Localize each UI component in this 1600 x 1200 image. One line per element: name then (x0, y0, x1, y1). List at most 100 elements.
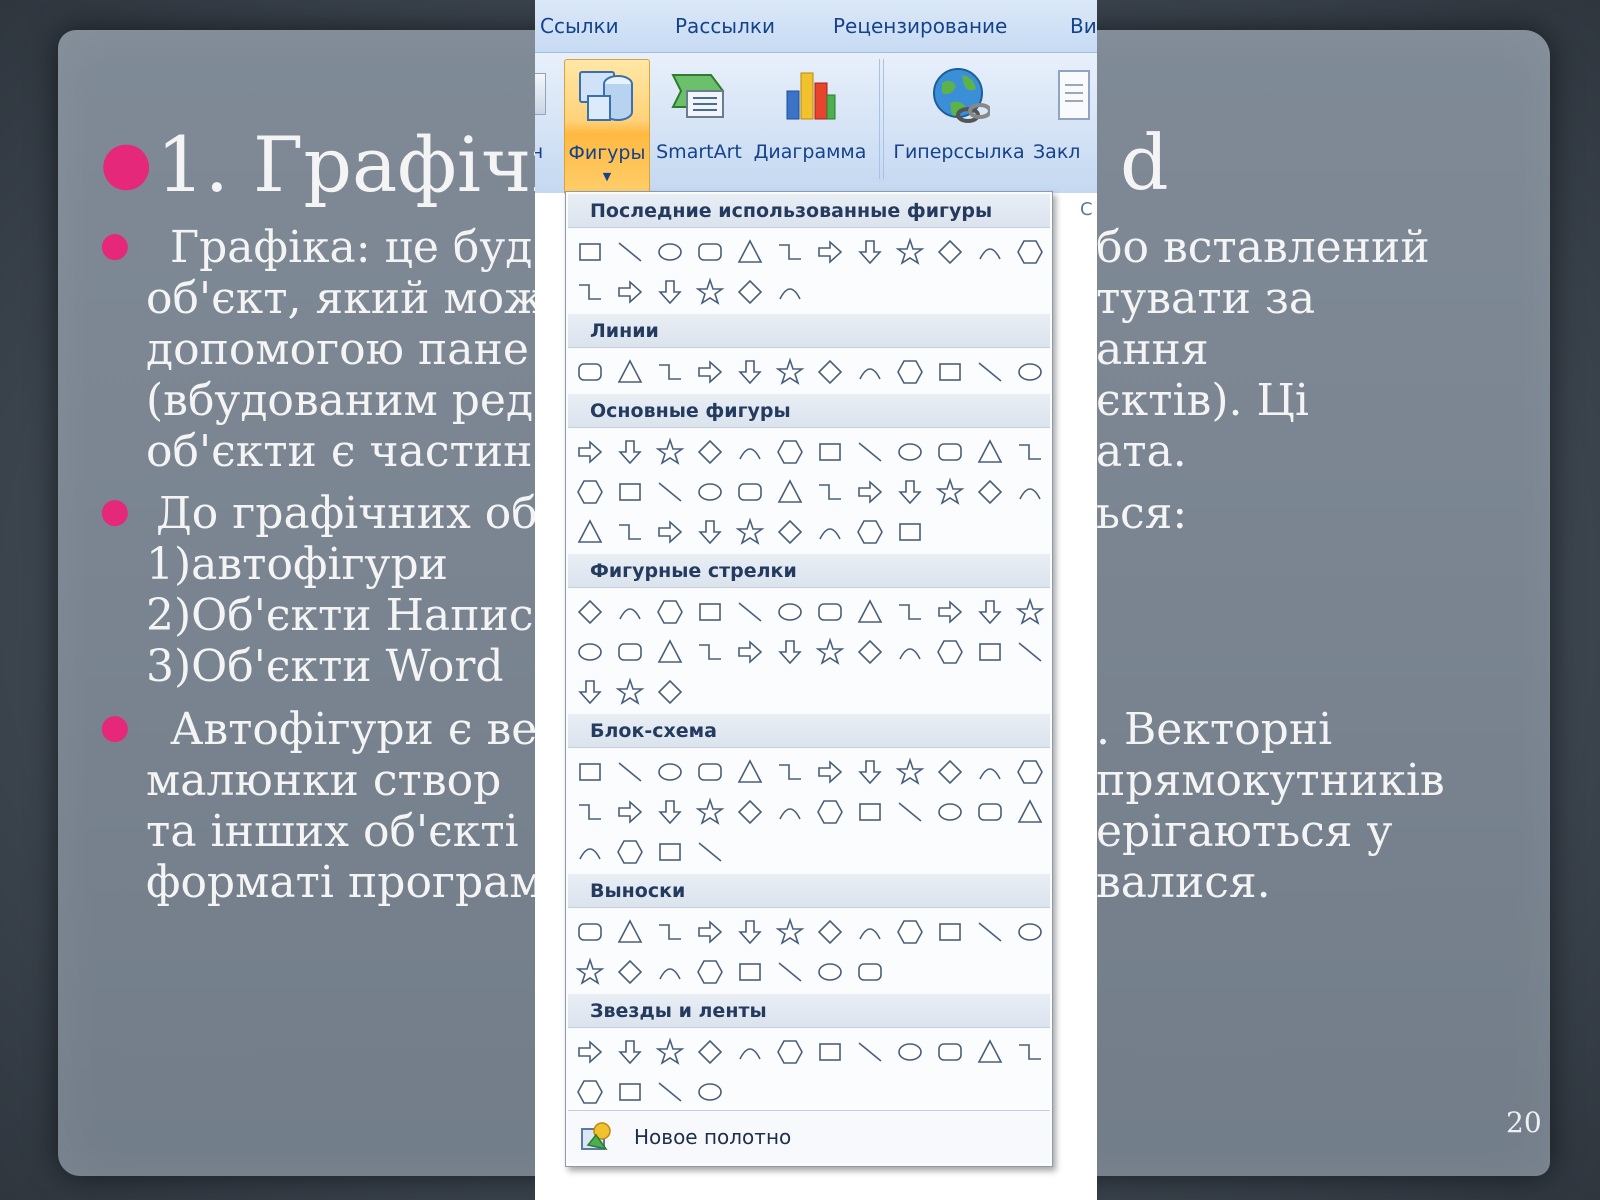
shape-option[interactable] (610, 672, 650, 712)
shape-option[interactable] (690, 632, 730, 672)
shape-option[interactable] (610, 432, 650, 472)
shape-option[interactable] (770, 352, 810, 392)
shape-option[interactable] (850, 592, 890, 632)
shape-option[interactable] (650, 672, 690, 712)
shape-option[interactable] (610, 232, 650, 272)
shape-option[interactable] (650, 792, 690, 832)
shape-option[interactable] (810, 792, 850, 832)
shape-option[interactable] (970, 232, 1010, 272)
shape-option[interactable] (690, 912, 730, 952)
shape-option[interactable] (850, 472, 890, 512)
shape-option[interactable] (970, 472, 1010, 512)
shape-option[interactable] (570, 352, 610, 392)
shape-option[interactable] (610, 472, 650, 512)
shape-option[interactable] (970, 1032, 1010, 1072)
shape-option[interactable] (650, 952, 690, 992)
shape-option[interactable] (890, 632, 930, 672)
shape-option[interactable] (690, 752, 730, 792)
shape-option[interactable] (930, 632, 970, 672)
tab-mailings[interactable]: Рассылки (675, 14, 775, 38)
shape-option[interactable] (730, 352, 770, 392)
shape-option[interactable] (570, 832, 610, 872)
shape-option[interactable] (570, 1032, 610, 1072)
shape-option[interactable] (810, 512, 850, 552)
shape-option[interactable] (970, 752, 1010, 792)
shape-option[interactable] (890, 472, 930, 512)
shape-option[interactable] (650, 1032, 690, 1072)
shape-option[interactable] (690, 1072, 730, 1112)
shape-option[interactable] (1010, 752, 1050, 792)
shape-option[interactable] (650, 472, 690, 512)
shape-option[interactable] (610, 752, 650, 792)
tab-view-partial[interactable]: Ви (1070, 14, 1097, 38)
shape-option[interactable] (650, 832, 690, 872)
shape-option[interactable] (690, 272, 730, 312)
shape-option[interactable] (610, 512, 650, 552)
shape-option[interactable] (730, 512, 770, 552)
shape-option[interactable] (930, 472, 970, 512)
shape-option[interactable] (810, 472, 850, 512)
shape-option[interactable] (930, 432, 970, 472)
shape-option[interactable] (610, 952, 650, 992)
shape-option[interactable] (650, 512, 690, 552)
shape-option[interactable] (970, 592, 1010, 632)
smartart-button[interactable]: SmartArt (651, 59, 747, 193)
shape-option[interactable] (890, 352, 930, 392)
shape-option[interactable] (650, 592, 690, 632)
shape-option[interactable] (650, 752, 690, 792)
shape-option[interactable] (1010, 232, 1050, 272)
shape-option[interactable] (930, 232, 970, 272)
shape-option[interactable] (1010, 472, 1050, 512)
shape-option[interactable] (650, 352, 690, 392)
shape-option[interactable] (810, 952, 850, 992)
shape-option[interactable] (890, 792, 930, 832)
shape-option[interactable] (730, 632, 770, 672)
partial-button-left[interactable]: н (535, 59, 547, 193)
shape-option[interactable] (1010, 352, 1050, 392)
shape-option[interactable] (850, 352, 890, 392)
shape-option[interactable] (730, 472, 770, 512)
shape-option[interactable] (650, 1072, 690, 1112)
shape-option[interactable] (770, 752, 810, 792)
shape-option[interactable] (890, 592, 930, 632)
shape-option[interactable] (610, 832, 650, 872)
shape-option[interactable] (810, 352, 850, 392)
shape-option[interactable] (650, 432, 690, 472)
shape-option[interactable] (850, 432, 890, 472)
shape-option[interactable] (570, 472, 610, 512)
shape-option[interactable] (610, 592, 650, 632)
shape-option[interactable] (970, 912, 1010, 952)
shape-option[interactable] (650, 632, 690, 672)
shape-option[interactable] (690, 472, 730, 512)
shape-option[interactable] (1010, 592, 1050, 632)
shape-option[interactable] (730, 952, 770, 992)
shape-option[interactable] (690, 512, 730, 552)
shape-option[interactable] (610, 792, 650, 832)
shape-option[interactable] (570, 752, 610, 792)
shape-option[interactable] (890, 512, 930, 552)
shape-option[interactable] (770, 592, 810, 632)
shape-option[interactable] (970, 432, 1010, 472)
hyperlink-button[interactable]: Гиперссылка (889, 59, 1029, 193)
shape-option[interactable] (850, 912, 890, 952)
shape-option[interactable] (690, 792, 730, 832)
shape-option[interactable] (690, 432, 730, 472)
shape-option[interactable] (770, 1032, 810, 1072)
shape-option[interactable] (690, 832, 730, 872)
shape-option[interactable] (850, 1032, 890, 1072)
shape-option[interactable] (690, 952, 730, 992)
shape-option[interactable] (690, 232, 730, 272)
shape-option[interactable] (810, 912, 850, 952)
shape-option[interactable] (930, 1032, 970, 1072)
shape-option[interactable] (890, 912, 930, 952)
shape-option[interactable] (930, 592, 970, 632)
shape-option[interactable] (1010, 432, 1050, 472)
shape-option[interactable] (570, 232, 610, 272)
bookmark-button-partial[interactable]: Закл (1033, 59, 1097, 193)
shape-option[interactable] (610, 1032, 650, 1072)
shape-option[interactable] (610, 272, 650, 312)
shape-option[interactable] (1010, 632, 1050, 672)
shape-option[interactable] (730, 752, 770, 792)
shape-option[interactable] (650, 232, 690, 272)
shape-option[interactable] (970, 352, 1010, 392)
